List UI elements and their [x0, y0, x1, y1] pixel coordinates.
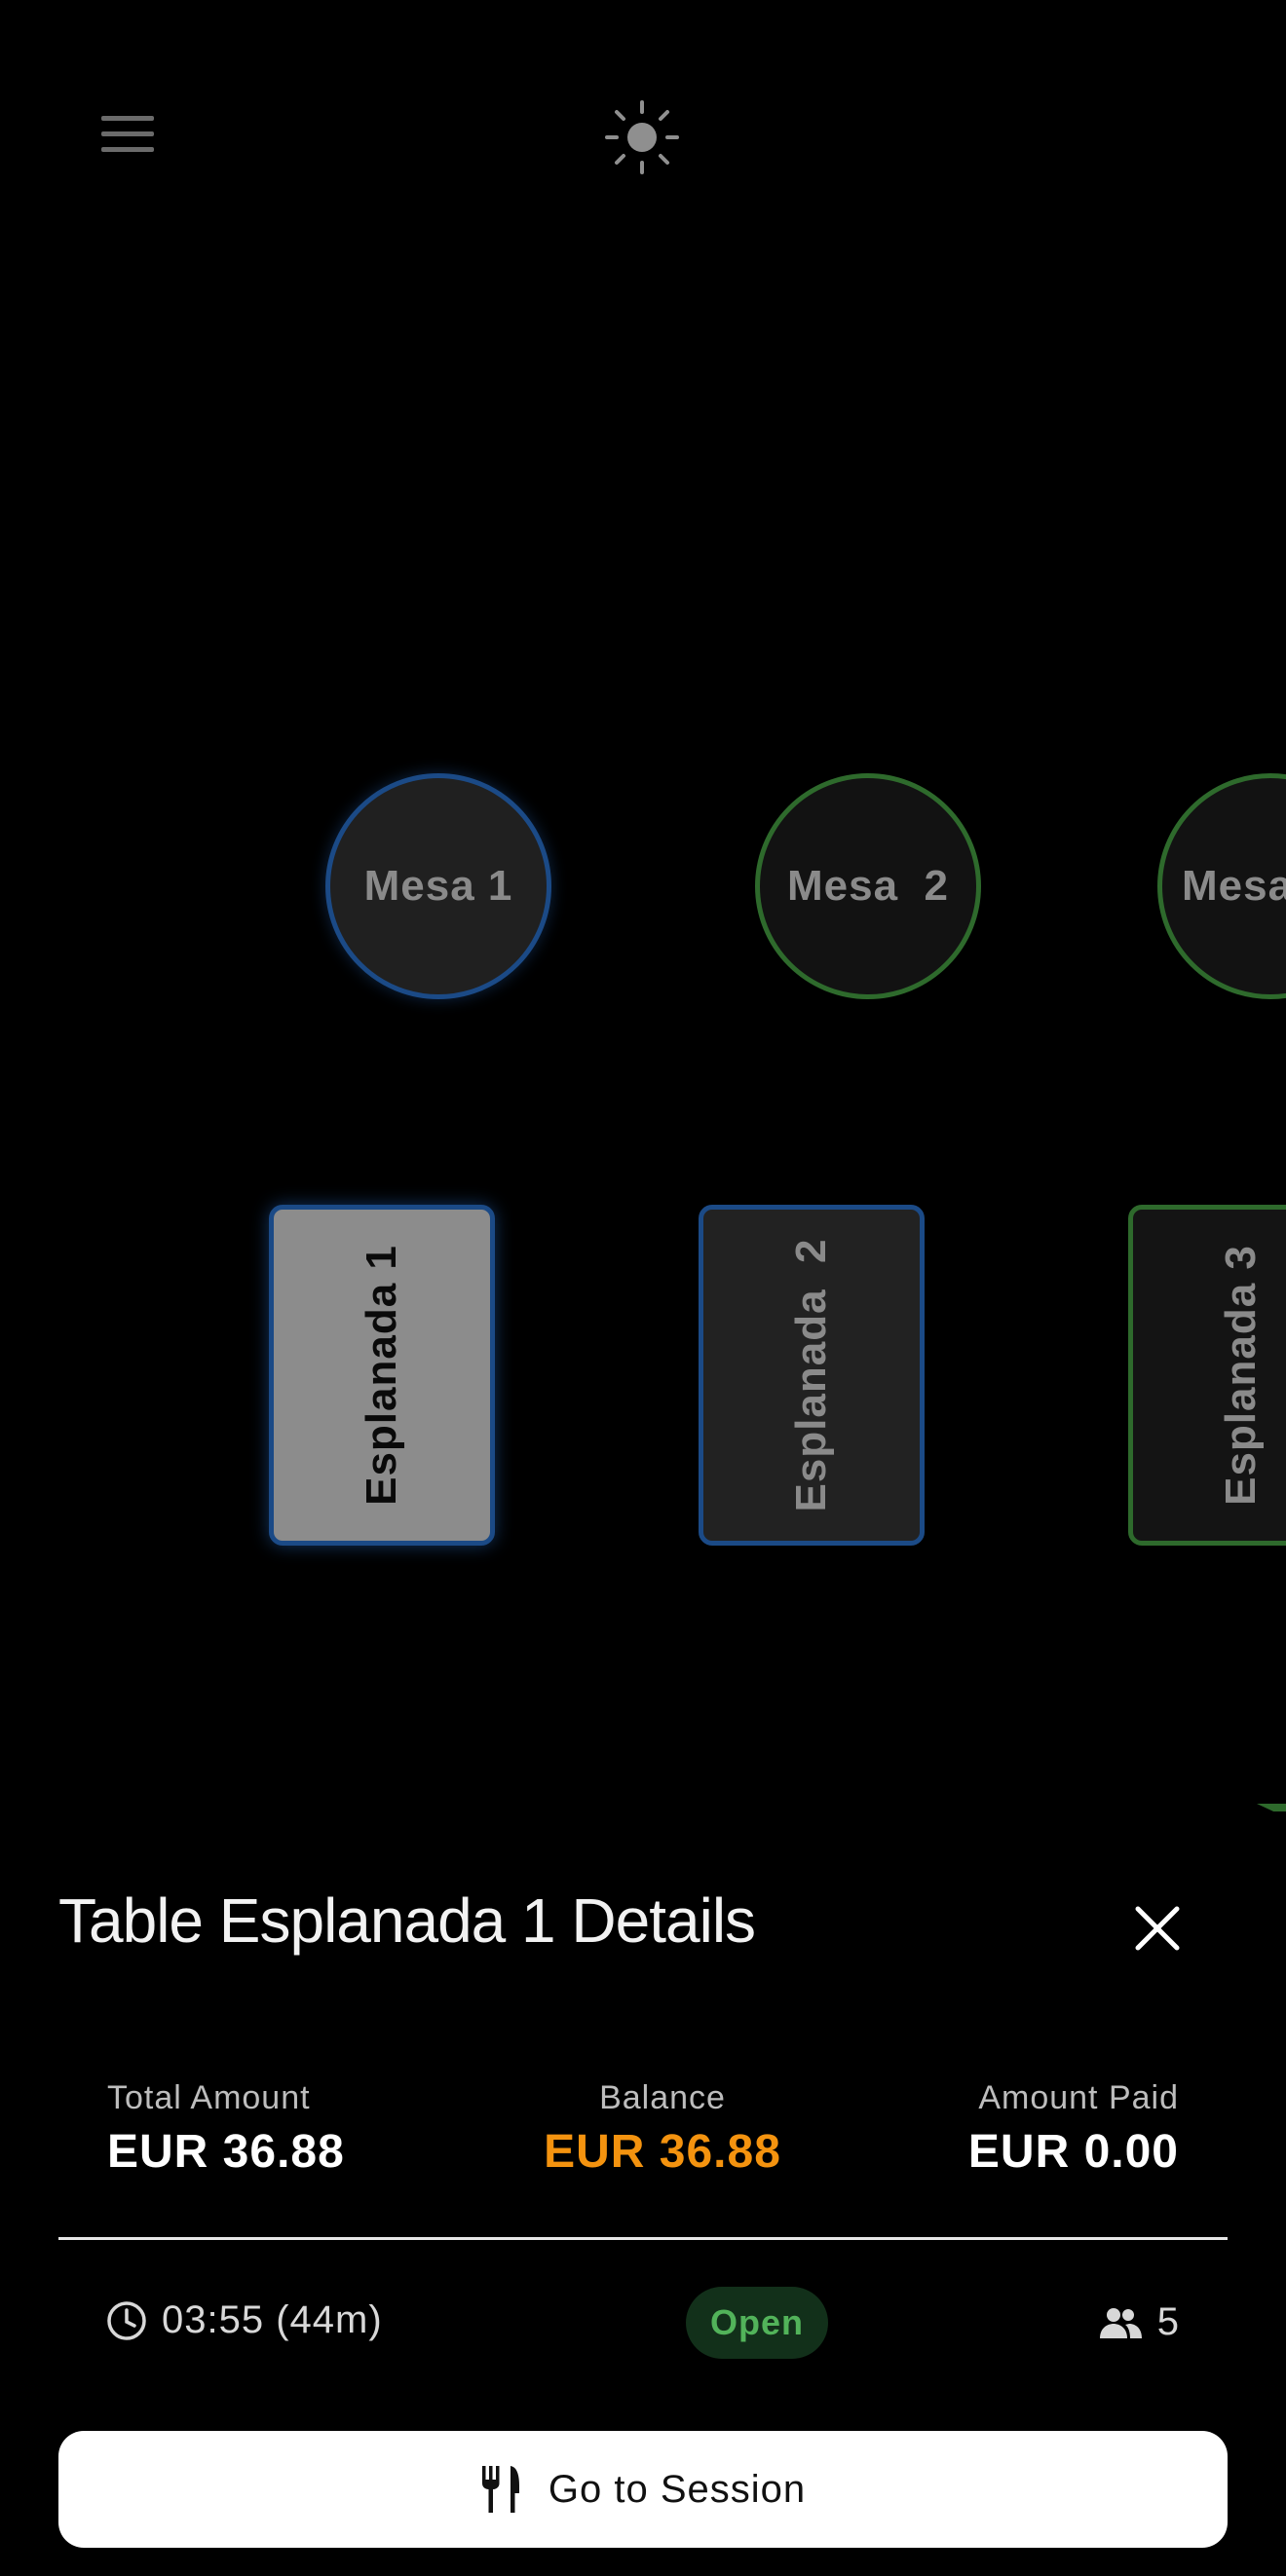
restaurant-icon	[481, 2466, 519, 2513]
hamburger-menu-icon-line	[101, 147, 154, 152]
balance-value: EUR 36.88	[544, 2126, 781, 2178]
table-mesa-1[interactable]: Mesa 1	[325, 773, 551, 999]
status-badge: Open	[686, 2287, 828, 2359]
table-label: Mesa 3	[1182, 862, 1286, 910]
table-esplanada-1[interactable]: Esplanada 1	[269, 1205, 495, 1546]
close-icon	[1135, 1906, 1180, 1951]
table-label: Mesa 2	[787, 862, 949, 910]
amount-paid: Amount Paid EUR 0.00	[968, 2079, 1179, 2179]
menu-button[interactable]	[90, 102, 168, 165]
go-to-session-label: Go to Session	[548, 2467, 807, 2511]
app-root: Mesa 1 Mesa 2 Mesa 3 Esplanada 1 Esplana…	[0, 0, 1286, 2576]
amount-paid-value: EUR 0.00	[967, 2126, 1179, 2178]
sheet-title: Table Esplanada 1 Details	[58, 1885, 756, 1956]
guest-count: 5	[1097, 2300, 1179, 2344]
go-to-session-button[interactable]: Go to Session	[58, 2431, 1228, 2548]
theme-toggle-button[interactable]	[601, 96, 683, 178]
table-mesa-3[interactable]: Mesa 3	[1157, 773, 1286, 999]
table-esplanada-3[interactable]: Esplanada 3	[1128, 1205, 1286, 1546]
people-icon	[1099, 2307, 1142, 2338]
session-time-text: 03:55 (44m)	[162, 2298, 383, 2341]
session-time: 03:55 (44m)	[105, 2298, 383, 2342]
sun-icon	[605, 100, 679, 174]
balance-label: Balance	[599, 2079, 726, 2116]
guest-count-text: 5	[1156, 2300, 1179, 2343]
hamburger-menu-icon	[101, 116, 154, 121]
table-label: Mesa 1	[363, 862, 513, 910]
hamburger-menu-icon-line	[101, 131, 154, 136]
total-amount-value: EUR 36.88	[107, 2126, 345, 2178]
close-button[interactable]	[1118, 1889, 1196, 1967]
clock-icon	[107, 2300, 146, 2340]
table-esplanada-2[interactable]: Esplanada 2	[699, 1205, 925, 1546]
table-label: Esplanada 3	[1217, 1245, 1265, 1506]
total-amount-label: Total Amount	[107, 2079, 311, 2116]
balance: Balance EUR 36.88	[409, 2079, 916, 2179]
table-mesa-2[interactable]: Mesa 2	[755, 773, 981, 999]
table-label: Esplanada 2	[787, 1238, 835, 1512]
total-amount: Total Amount EUR 36.88	[107, 2079, 345, 2179]
amount-paid-label: Amount Paid	[978, 2079, 1179, 2116]
table-label: Esplanada 1	[358, 1245, 405, 1506]
divider	[58, 2237, 1228, 2240]
